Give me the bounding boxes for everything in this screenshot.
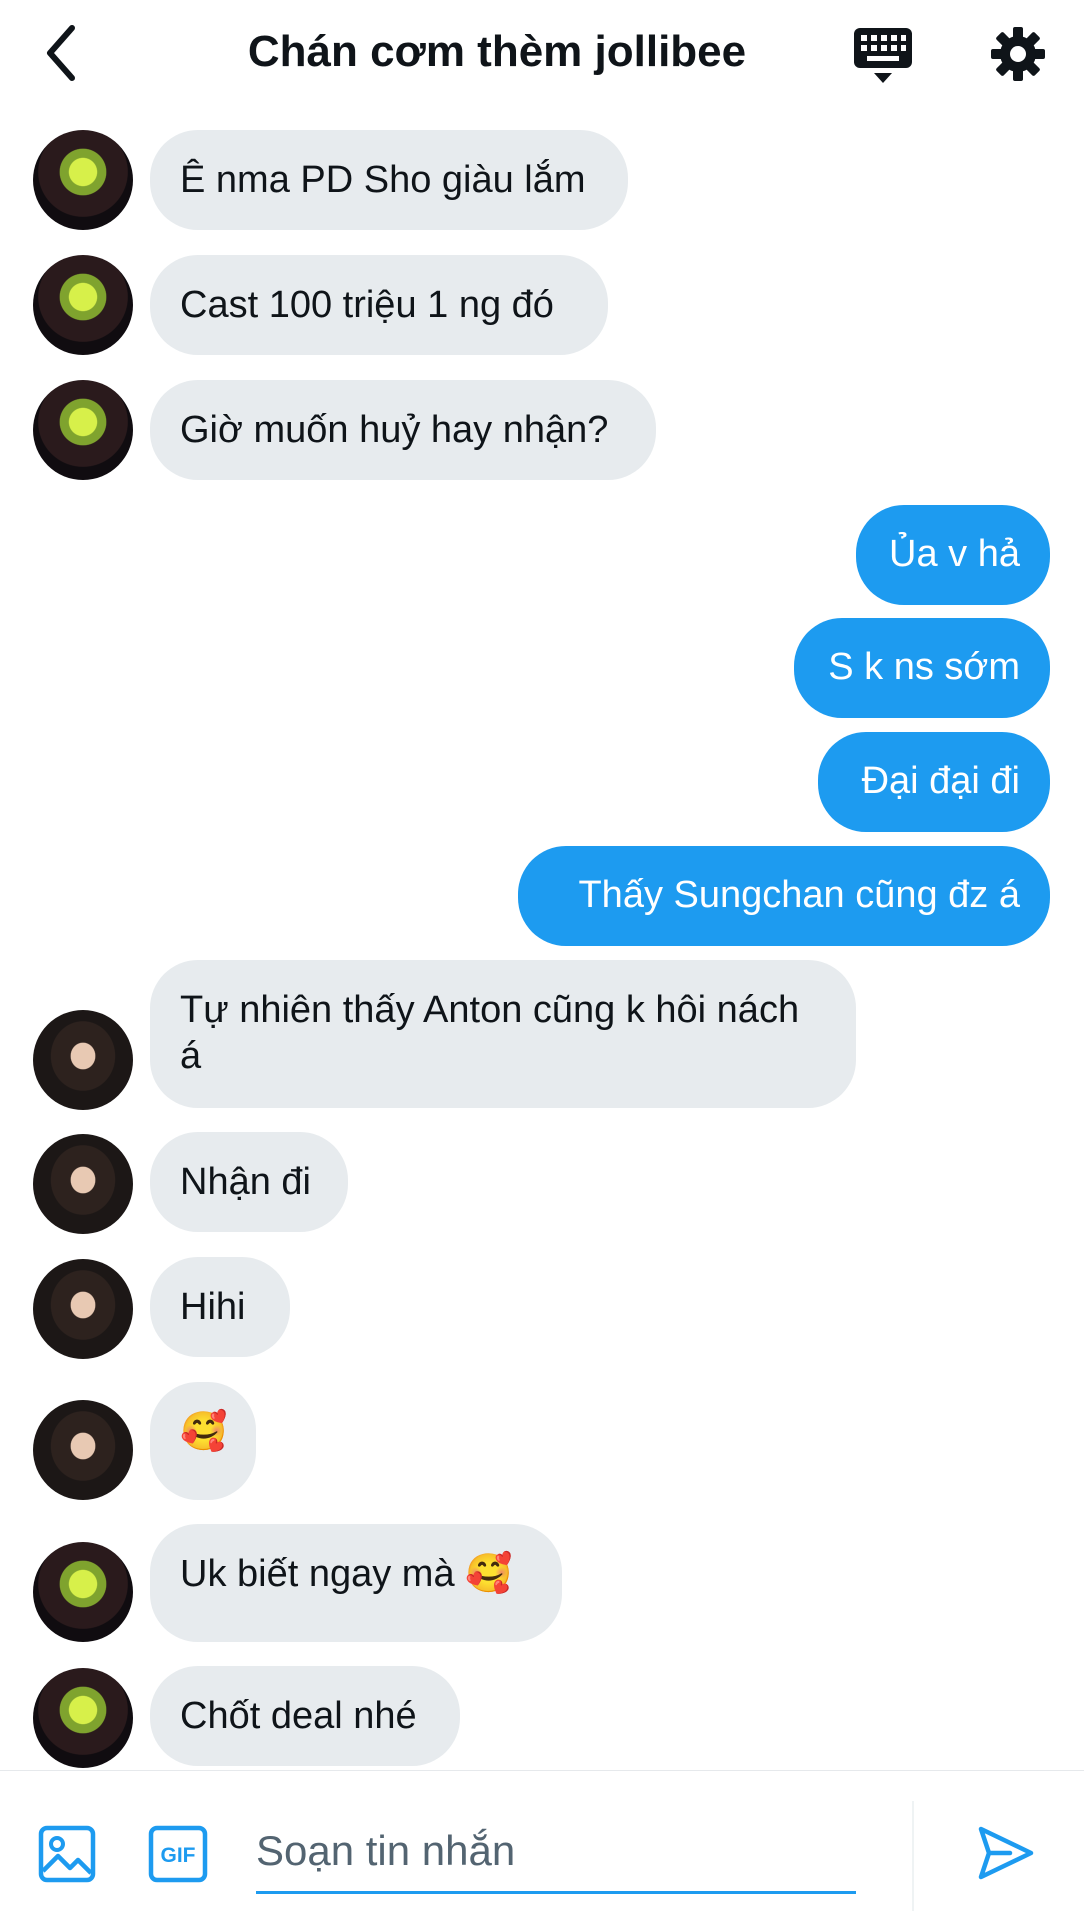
avatar[interactable] [33, 1259, 133, 1359]
avatar[interactable] [33, 130, 133, 230]
avatar[interactable] [33, 255, 133, 355]
composer-divider [912, 1801, 914, 1911]
back-button[interactable] [38, 22, 88, 84]
message-bubble-outgoing[interactable]: S k ns sớm [794, 618, 1050, 718]
avatar[interactable] [33, 1668, 133, 1768]
avatar[interactable] [33, 380, 133, 480]
message-bubble[interactable]: Uk biết ngay mà 🥰 [150, 1524, 562, 1642]
gif-label: GIF [161, 1844, 196, 1867]
gear-icon [991, 27, 1045, 81]
gif-button[interactable]: GIF [148, 1825, 208, 1883]
avatar[interactable] [33, 1010, 133, 1110]
conversation-title: Chán cơm thèm jollibee [247, 27, 747, 76]
message-bubble[interactable]: Nhận đi [150, 1132, 348, 1232]
keyboard-button[interactable] [852, 26, 914, 88]
message-bubble[interactable]: Ê nma PD Sho giàu lắm [150, 130, 628, 230]
settings-button[interactable] [988, 24, 1048, 84]
message-bubble[interactable]: Chốt deal nhé [150, 1666, 460, 1766]
message-input[interactable] [256, 1811, 856, 1894]
message-bubble-outgoing[interactable]: Ủa v hả [856, 505, 1050, 605]
avatar[interactable] [33, 1134, 133, 1234]
message-bubble[interactable]: Cast 100 triệu 1 ng đó [150, 255, 608, 355]
message-bubble[interactable]: Giờ muốn huỷ hay nhận? [150, 380, 656, 480]
message-bubble[interactable]: 🥰 [150, 1382, 256, 1500]
send-button[interactable] [976, 1823, 1036, 1883]
gif-icon: GIF [148, 1825, 208, 1883]
conversation-header: Chán cơm thèm jollibee [0, 0, 1084, 110]
message-composer: GIF [0, 1770, 1084, 1921]
keyboard-icon [854, 28, 912, 83]
avatar[interactable] [33, 1542, 133, 1642]
message-bubble[interactable]: Tự nhiên thấy Anton cũng k hôi nách á [150, 960, 856, 1108]
send-icon [978, 1826, 1034, 1880]
message-bubble[interactable]: Hihi [150, 1257, 290, 1357]
add-media-button[interactable] [38, 1825, 96, 1883]
chevron-left-icon [47, 25, 75, 81]
image-icon [38, 1825, 96, 1883]
avatar[interactable] [33, 1400, 133, 1500]
message-bubble-outgoing[interactable]: Thấy Sungchan cũng đz á [518, 846, 1050, 946]
message-bubble-outgoing[interactable]: Đại đại đi [818, 732, 1050, 832]
